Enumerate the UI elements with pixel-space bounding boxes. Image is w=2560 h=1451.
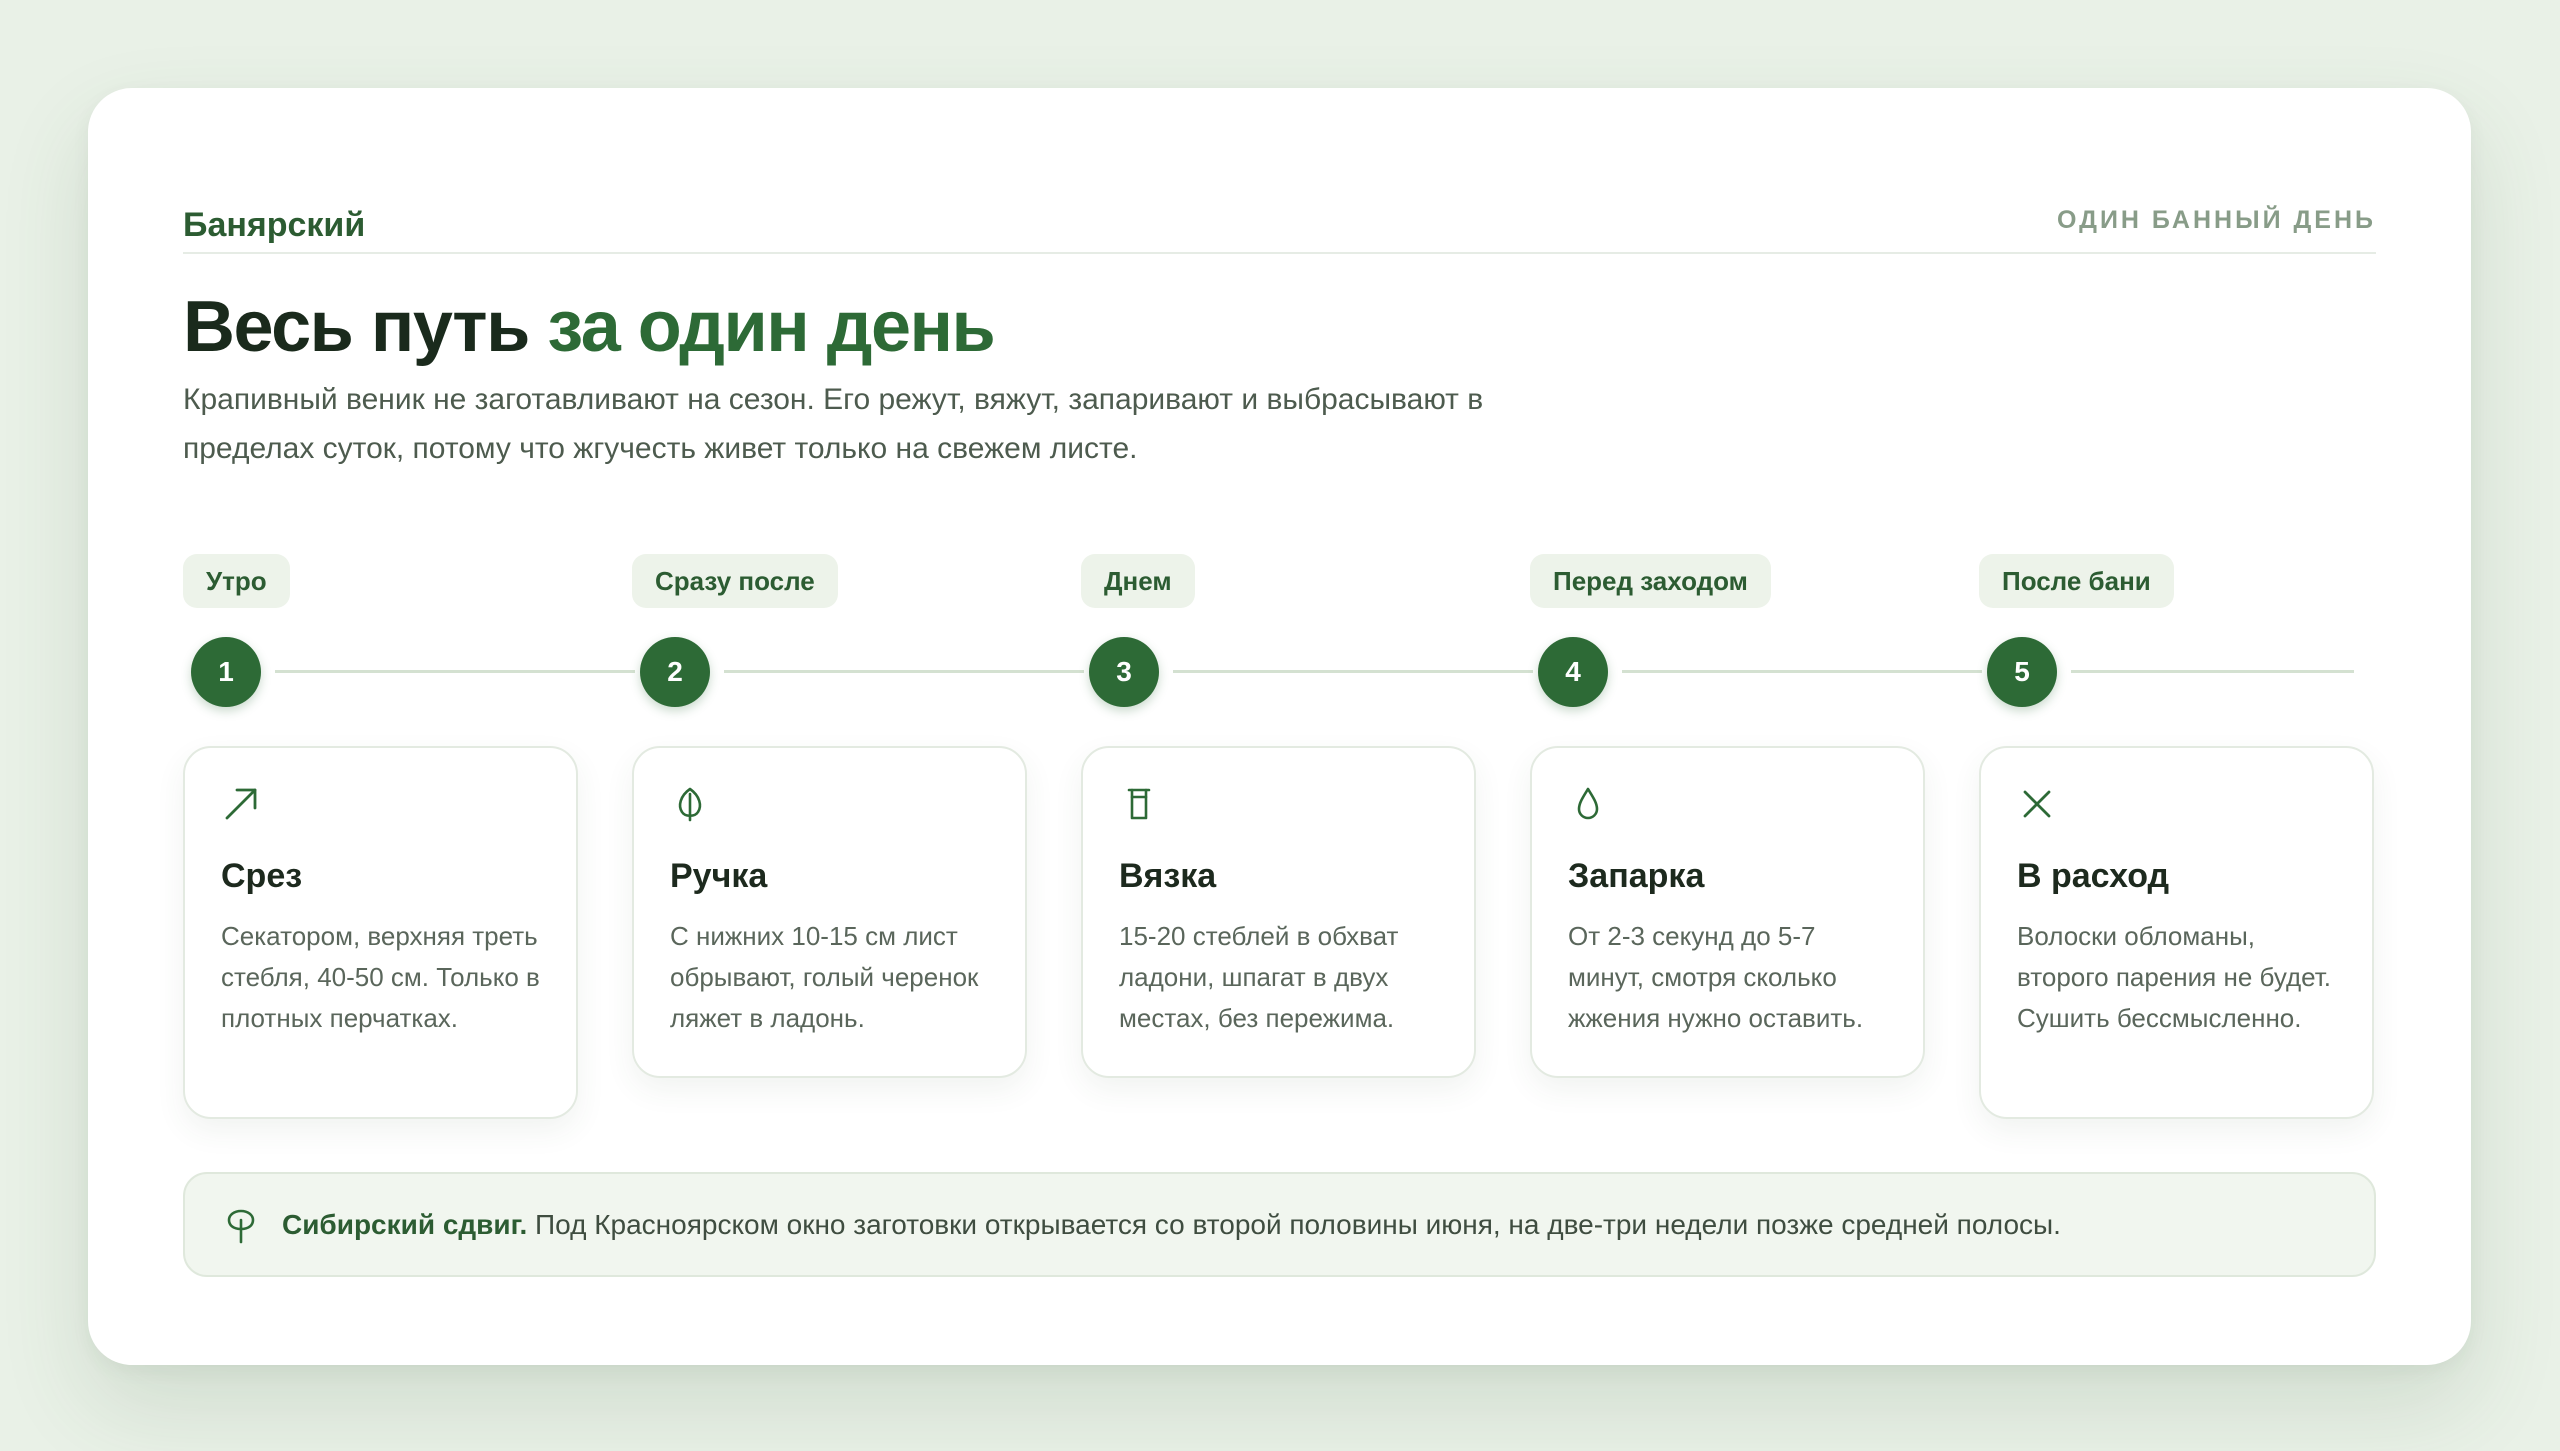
step-description: С нижних 10-15 см лист обрывают, голый ч… [670,921,979,1033]
leaf-icon [670,784,710,824]
info-note: Сибирский сдвиг. Под Красноярском окно з… [183,1172,2376,1277]
step-card: Запарка От 2-3 секунд до 5-7 минут, смот… [1530,746,1925,1078]
timeline-connector [275,670,635,673]
timeline-connector [1173,670,1533,673]
stage-pill: Сразу после [632,554,838,608]
step-card: Срез Секатором, верхняя треть стебля, 40… [183,746,578,1119]
note-heading: Сибирский сдвиг. [282,1209,528,1240]
step-card: Ручка С нижних 10-15 см лист обрывают, г… [632,746,1027,1078]
step-title: Запарка [1568,857,1705,895]
page-title-part1: Весь путь [183,287,530,367]
step-title: Ручка [670,857,768,895]
step-title: Вязка [1119,857,1217,895]
step-card: В расход Волоски обломаны, второго парен… [1979,746,2374,1119]
step-number: 3 [1089,637,1159,707]
stage-pill: Перед заходом [1530,554,1771,608]
header: Банярский ОДИН БАННЫЙ ДЕНЬ [183,160,2376,254]
stage-pill: Днем [1081,554,1195,608]
page-title: Весь путь за один день [183,284,996,370]
stage-pill: После бани [1979,554,2174,608]
main-card: Банярский ОДИН БАННЫЙ ДЕНЬ Весь путь за … [88,88,2471,1365]
step-number: 5 [1987,637,2057,707]
page-title-part2: за один день [547,287,995,367]
step-title: В расход [2017,857,2170,895]
step-card: Вязка 15-20 стеблей в обхват ладони, шпа… [1081,746,1476,1078]
step-description: Волоски обломаны, второго парения не буд… [2017,921,2331,1033]
timeline-connector [724,670,1084,673]
page-subtitle: Крапивный веник не заготавливают на сезо… [183,383,1484,465]
step-number: 1 [191,637,261,707]
note-body: Под Красноярском окно заготовки открывае… [535,1209,2061,1240]
header-tagline: ОДИН БАННЫЙ ДЕНЬ [2057,206,2376,234]
timeline-connector [1622,670,1982,673]
droplet-icon [1568,784,1608,824]
spool-icon [1119,784,1159,824]
step-number: 2 [640,637,710,707]
timeline-connector [2071,670,2354,673]
tree-icon [223,1208,259,1244]
close-icon [2017,784,2057,824]
step-description: Секатором, верхняя треть стебля, 40-50 с… [221,921,540,1033]
step-title: Срез [221,857,303,895]
note-text: Сибирский сдвиг. Под Красноярском окно з… [282,1174,2061,1275]
stage-pill: Утро [183,554,290,608]
step-number: 4 [1538,637,1608,707]
step-description: От 2-3 секунд до 5-7 минут, смотря сколь… [1568,921,1864,1033]
step-description: 15-20 стеблей в обхват ладони, шпагат в … [1119,921,1399,1033]
brand-logo[interactable]: Банярский [183,206,365,244]
arrow-up-right-icon [221,784,261,824]
